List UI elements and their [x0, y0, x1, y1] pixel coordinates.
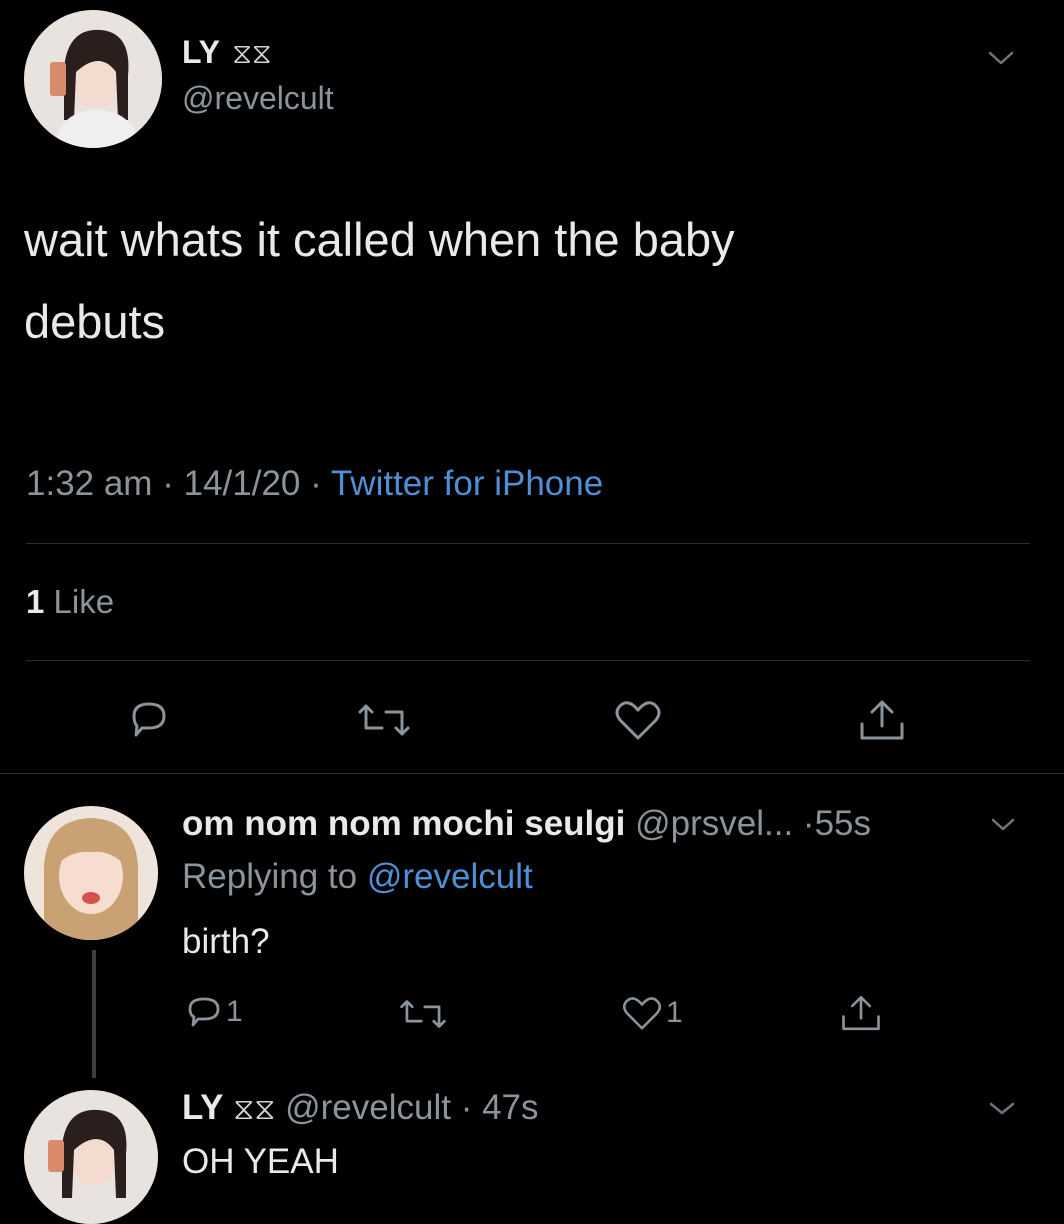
reply-1-like-button[interactable]: 1 — [620, 994, 683, 1032]
likes-number: 1 — [26, 583, 45, 620]
reply-1-text: birth? — [182, 922, 270, 961]
tweet-time: 1:32 am — [26, 464, 153, 503]
tweet-text-line-2: debuts — [24, 295, 166, 348]
tweet-text-line-1: wait whats it called when the baby — [24, 213, 735, 266]
retweet-button[interactable] — [356, 700, 412, 740]
replying-to-label: Replying to — [182, 857, 358, 896]
reply-2-handle[interactable]: @revelcult — [285, 1088, 451, 1127]
replying-to-handle[interactable]: @revelcult — [367, 857, 533, 896]
reply-1-display-name[interactable]: om nom nom mochi seulgi — [182, 804, 625, 843]
retweet-icon — [358, 704, 410, 736]
reply-1-like-count: 1 — [666, 996, 683, 1029]
reply-1-header: om nom nom mochi seulgi @prsvel... ·55s — [182, 804, 871, 844]
likes-label: Like — [53, 583, 115, 620]
comment-icon — [132, 702, 166, 737]
reply-button[interactable] — [126, 698, 172, 740]
reply-2-text: OH YEAH — [182, 1142, 339, 1181]
tweet-date: 14/1/20 — [183, 464, 301, 503]
avatar-reply-2[interactable] — [24, 1090, 158, 1224]
reply-1-handle[interactable]: @prsvel... — [635, 804, 793, 843]
reply-2-age: · 47s — [460, 1088, 539, 1127]
divider — [26, 660, 1030, 661]
meta-separator: · — [162, 464, 174, 503]
reply-1-share-button[interactable] — [838, 992, 884, 1034]
chevron-down-icon[interactable] — [986, 48, 1016, 68]
tweet-source-link[interactable]: Twitter for iPhone — [331, 464, 603, 503]
likes-count[interactable]: 1 Like — [26, 583, 114, 621]
avatar-reply-1[interactable] — [24, 806, 158, 940]
divider — [26, 543, 1030, 544]
main-handle[interactable]: @revelcult — [182, 80, 334, 117]
heart-icon — [622, 997, 662, 1030]
comment-icon — [188, 997, 220, 1027]
name-emoji-icon: ⧖⧖ — [233, 1093, 276, 1126]
chevron-down-icon[interactable] — [990, 816, 1016, 834]
like-button[interactable] — [612, 698, 664, 742]
divider — [0, 773, 1064, 774]
reply-1-reply-button[interactable]: 1 — [184, 994, 243, 1030]
thread-line — [92, 950, 96, 1078]
retweet-icon — [400, 1000, 446, 1028]
share-icon — [842, 995, 880, 1031]
name-emoji-icon: ⧖⧖ — [232, 38, 272, 69]
reply-1-reply-count: 1 — [226, 995, 243, 1028]
reply-2-display-name[interactable]: LY — [182, 1088, 224, 1127]
reply-2-header: LY ⧖⧖ @revelcult · 47s — [182, 1088, 539, 1128]
replying-to: Replying to @revelcult — [182, 857, 533, 897]
heart-icon — [615, 701, 661, 740]
reply-1-age: ·55s — [802, 804, 872, 843]
tweet-meta: 1:32 am · 14/1/20 · Twitter for iPhone — [26, 464, 603, 504]
display-name-text: LY — [182, 34, 220, 70]
avatar-main[interactable] — [24, 10, 162, 148]
share-button[interactable] — [856, 696, 908, 744]
meta-separator: · — [310, 464, 322, 503]
share-icon — [860, 700, 904, 740]
chevron-down-icon[interactable] — [988, 1100, 1016, 1118]
main-display-name[interactable]: LY ⧖⧖ — [182, 34, 272, 71]
reply-1-retweet-button[interactable] — [398, 996, 448, 1032]
